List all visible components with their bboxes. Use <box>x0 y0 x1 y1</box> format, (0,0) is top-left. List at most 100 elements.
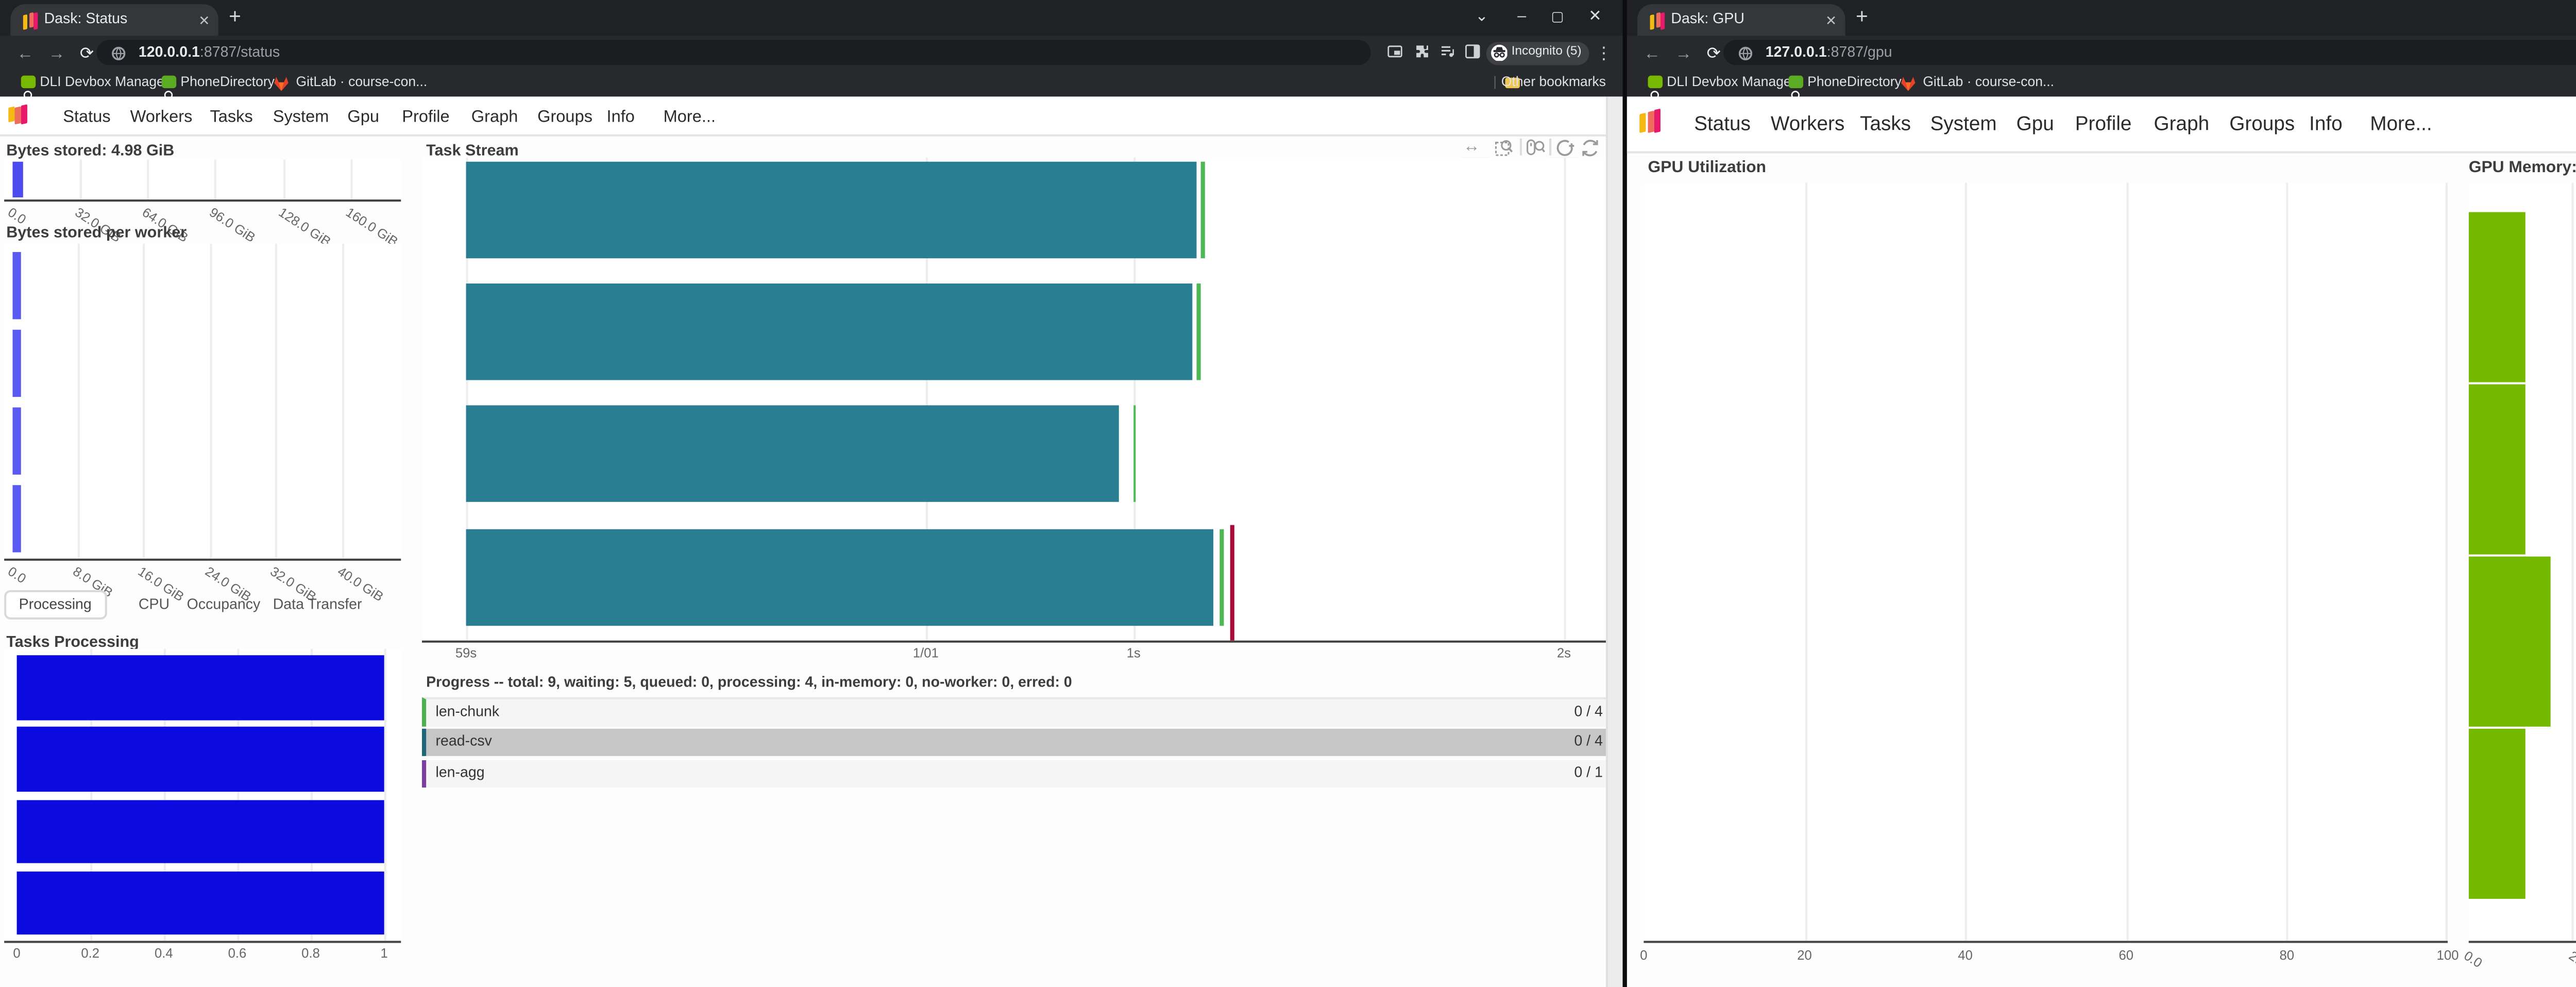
nav-gpu[interactable]: Gpu <box>347 107 379 126</box>
nav-status[interactable]: Status <box>63 107 110 126</box>
bytes-stored-title: Bytes stored: 4.98 GiB <box>6 140 174 159</box>
axis-tick: 1s <box>1127 647 1141 662</box>
nav-graph[interactable]: Graph <box>2154 113 2210 137</box>
dask-navbar: Status Workers Tasks System Gpu Profile … <box>1627 96 2576 153</box>
tasks-processing-bar <box>17 655 384 719</box>
forward-icon[interactable]: → <box>1675 43 1692 62</box>
dask-logo-icon <box>8 105 27 126</box>
address-bar[interactable]: 120.0.0.1:8787/status <box>96 40 1370 64</box>
kebab-menu-icon[interactable]: ⋮ <box>1596 43 1613 62</box>
gpu-utilization-title: GPU Utilization <box>1648 158 1766 177</box>
tasks-processing-plot[interactable] <box>4 649 401 943</box>
task-stream-bar <box>466 405 1119 501</box>
address-bar[interactable]: 127.0.0.1:8787/gpu <box>1723 40 2576 64</box>
gpu-utilization-plot[interactable] <box>1643 182 2448 943</box>
forward-icon[interactable]: → <box>48 43 65 62</box>
nav-workers[interactable]: Workers <box>1771 113 1844 137</box>
bytes-stored-plot[interactable] <box>4 160 401 202</box>
tab-cpu[interactable]: CPU <box>139 597 170 612</box>
nav-status[interactable]: Status <box>1694 113 1751 137</box>
progress-task-label: read-csv <box>435 734 492 749</box>
maximize-button[interactable]: ▢ <box>1551 8 1564 25</box>
nav-info[interactable]: Info <box>607 107 635 126</box>
nav-workers[interactable]: Workers <box>130 107 193 126</box>
axis-tick: 0.2 <box>81 947 99 962</box>
tasks-processing-bar <box>17 799 384 863</box>
minimize-button[interactable]: – <box>1517 6 1526 25</box>
bookmark-gitlab[interactable]: GitLab · course-con... <box>296 76 428 91</box>
tab-data-transfer[interactable]: Data Transfer <box>273 597 362 612</box>
axis-tick: 80 <box>2280 949 2295 964</box>
bookmark-dli[interactable]: DLI Devbox Manager <box>40 76 168 91</box>
page-scrollbar[interactable] <box>1606 96 1623 987</box>
url-host: 120.0.0.1 <box>139 46 200 61</box>
gpu-memory-plot[interactable] <box>2468 182 2576 943</box>
nav-more[interactable]: More... <box>2370 113 2432 137</box>
tasks-processing-bar <box>17 727 384 791</box>
nav-profile[interactable]: Profile <box>2075 113 2132 137</box>
task-stream-bar <box>466 529 1213 626</box>
bookmark-gitlab-icon <box>1900 75 1917 92</box>
window-gap <box>1623 0 1627 987</box>
worker-bytes-bar <box>11 252 22 319</box>
close-button[interactable]: ✕ <box>1588 6 1602 25</box>
incognito-badge[interactable]: Incognito (5) <box>1486 41 1589 64</box>
back-icon[interactable]: ← <box>1643 43 1660 62</box>
browser-tab-gpu[interactable]: Dask: GPU ✕ <box>1637 4 1845 36</box>
extensions-puzzle-icon[interactable] <box>1415 44 1430 59</box>
progress-row-len-agg[interactable]: len-agg 0 / 1 <box>421 759 1611 788</box>
bookmarks-bar: DLI Devbox Manager PhoneDirectory GitLab… <box>1627 69 2576 96</box>
bookmark-gitlab[interactable]: GitLab · course-con... <box>1923 76 2054 91</box>
reload-icon[interactable]: ⟳ <box>1707 43 1721 62</box>
bokeh-zoom-in-icon[interactable] <box>1554 139 1573 158</box>
nav-tasks[interactable]: Tasks <box>1860 113 1911 137</box>
bookmark-dli[interactable]: DLI Devbox Manager <box>1667 76 1795 91</box>
reload-icon[interactable]: ⟳ <box>80 43 94 62</box>
nav-tasks[interactable]: Tasks <box>210 107 252 126</box>
bytes-per-worker-plot[interactable] <box>4 244 401 561</box>
other-bookmarks[interactable]: Other bookmarks <box>1501 76 1606 91</box>
bytes-per-worker-title: Bytes stored per worker <box>6 223 187 242</box>
tab-occupancy[interactable]: Occupancy <box>187 597 261 612</box>
tab-search-icon[interactable]: ⌄ <box>1475 6 1488 25</box>
bokeh-wheel-zoom-icon[interactable] <box>1526 139 1545 158</box>
nav-info[interactable]: Info <box>2309 113 2343 137</box>
progress-row-len-chunk[interactable]: len-chunk 0 / 4 <box>421 696 1611 727</box>
axis-tick: 1/01 <box>913 647 939 662</box>
nav-gpu[interactable]: Gpu <box>2016 113 2054 137</box>
nav-graph[interactable]: Graph <box>471 107 518 126</box>
bookmark-phonedirectory[interactable]: PhoneDirectory <box>180 76 275 91</box>
new-tab-button[interactable]: + <box>1856 6 1868 29</box>
bookmark-phonedirectory[interactable]: PhoneDirectory <box>1807 76 1902 91</box>
tab-close-icon[interactable]: ✕ <box>198 12 210 29</box>
picture-in-picture-icon[interactable] <box>1387 44 1402 59</box>
back-icon[interactable]: ← <box>17 43 34 62</box>
tab-processing[interactable]: Processing <box>4 590 106 620</box>
bokeh-box-zoom-icon[interactable] <box>1495 139 1514 158</box>
side-panel-icon[interactable] <box>1465 44 1480 59</box>
new-tab-button[interactable]: + <box>229 6 241 29</box>
nav-groups[interactable]: Groups <box>537 107 592 126</box>
gpu-memory-bar <box>2469 557 2550 729</box>
axis-tick: 0.4 <box>155 947 173 962</box>
axis-tick: 0 <box>13 947 20 962</box>
nav-system[interactable]: System <box>273 107 329 126</box>
nav-profile[interactable]: Profile <box>402 107 449 126</box>
tasks-processing-title: Tasks Processing <box>6 632 139 651</box>
incognito-label: Incognito (5) <box>1512 46 1582 58</box>
browser-tab-status[interactable]: Dask: Status ✕ <box>10 4 218 36</box>
task-stream-plot[interactable] <box>421 158 1607 643</box>
bokeh-reset-icon[interactable] <box>1580 139 1599 158</box>
nav-groups[interactable]: Groups <box>2229 113 2295 137</box>
nav-more[interactable]: More... <box>664 107 716 126</box>
media-playlist-icon[interactable] <box>1440 44 1455 59</box>
browser-toolbar: ← → ⟳ 127.0.0.1:8787/gpu Incognito (5) ⋮ <box>1627 36 2576 69</box>
task-stream-green-marker <box>1221 529 1224 626</box>
nav-system[interactable]: System <box>1930 113 1997 137</box>
bokeh-pan-icon[interactable]: ↔ <box>1463 137 1480 156</box>
bookmarks-bar: DLI Devbox Manager PhoneDirectory GitLab… <box>0 69 1623 96</box>
tab-close-icon[interactable]: ✕ <box>1825 12 1837 29</box>
dask-favicon-icon <box>23 11 40 30</box>
axis-tick: 2s <box>1557 647 1571 662</box>
progress-row-read-csv[interactable]: read-csv 0 / 4 <box>421 728 1611 756</box>
